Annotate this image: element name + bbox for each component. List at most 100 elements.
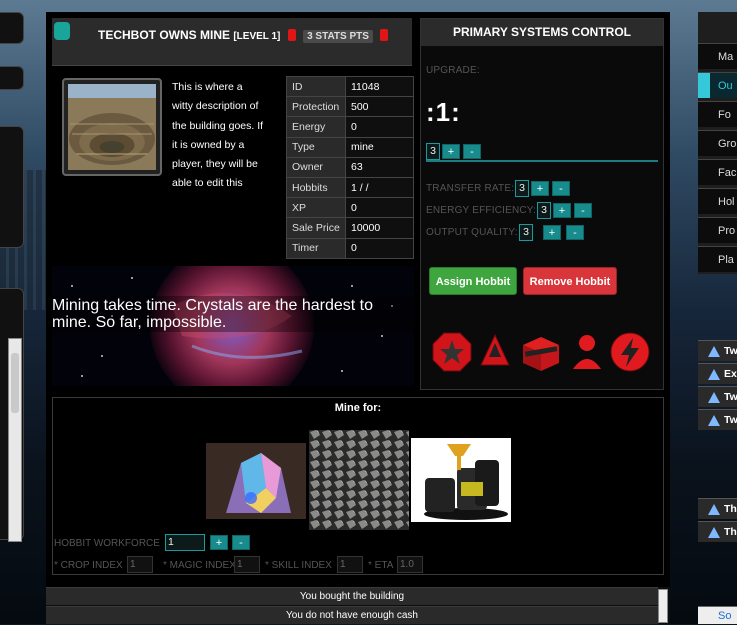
output-quality-input[interactable]: 3 — [519, 224, 533, 241]
ore-resource-option[interactable] — [309, 430, 409, 530]
stat-label: ID — [286, 75, 346, 98]
nav-item[interactable]: Fac — [698, 159, 737, 185]
stat-label: Sale Price — [286, 217, 346, 239]
transfer-rate-plus-button[interactable]: + — [531, 181, 549, 196]
cube-shield-icon[interactable] — [519, 331, 563, 373]
hobbit-workforce-label: HOBBIT WORKFORCE — [54, 538, 160, 549]
output-quality-minus-button[interactable]: - — [566, 225, 584, 240]
skill-index-field: 1 — [337, 556, 363, 573]
red-marker-icon — [380, 29, 389, 41]
magic-index-label: * MAGIC INDEX — [163, 560, 236, 571]
stat-value: 10000 — [345, 217, 414, 239]
divider — [426, 160, 658, 162]
stats-row: Protection 500 — [286, 96, 414, 118]
nav-item[interactable]: Ma — [698, 43, 737, 69]
stat-value: 63 — [345, 156, 414, 178]
building-title: TECHBOT OWNS MINE [LEVEL 1] 3 STATS PTS — [98, 28, 392, 43]
stats-table: ID 11048 Protection 500 Energy 0 Type mine Owner… — [286, 75, 414, 259]
energy-efficiency-label: ENERGY EFFICIENCY: — [426, 205, 537, 216]
building-badge-icon — [54, 22, 70, 40]
assign-hobbit-button[interactable]: Assign Hobbit — [429, 267, 517, 295]
triangle-icon — [708, 527, 720, 538]
left-panel-fragment — [0, 12, 24, 44]
stats-row: Hobbits 1 / / — [286, 176, 414, 199]
crystal-resource-option[interactable] — [206, 443, 306, 519]
energy-efficiency-minus-button[interactable]: - — [574, 203, 592, 218]
mine-for-panel: Mine for: HOBBIT WORKFORCE 1 + - * CROP … — [52, 397, 664, 575]
triangle-icon — [708, 392, 720, 403]
log-message: You bought the building — [46, 587, 658, 605]
stat-label: Type — [286, 136, 346, 158]
upgrade-input[interactable]: 3 — [426, 143, 440, 160]
nav-item[interactable]: Pro — [698, 217, 737, 243]
nav-item[interactable]: Fo — [698, 101, 737, 127]
nav-item[interactable]: Ou — [698, 72, 737, 98]
left-panel-fragment — [0, 126, 24, 248]
list-item[interactable]: Tw — [698, 409, 737, 430]
output-quality-plus-button[interactable]: + — [543, 225, 561, 240]
mining-banner: Mining takes time. Crystals are the hard… — [52, 266, 414, 386]
stats-row: Owner 63 — [286, 156, 414, 178]
stats-row: Timer 0 — [286, 237, 414, 259]
upgrade-plus-button[interactable]: + — [442, 144, 460, 159]
log-message: You do not have enough cash — [46, 606, 658, 624]
stats-row: XP 0 — [286, 197, 414, 219]
remove-hobbit-button[interactable]: Remove Hobbit — [523, 267, 617, 295]
nav-item[interactable]: Pla — [698, 246, 737, 272]
stat-label: Owner — [286, 156, 346, 178]
energy-efficiency-input[interactable]: 3 — [537, 202, 551, 219]
triangle-icon — [708, 369, 720, 380]
oil-resource-option[interactable] — [411, 438, 511, 522]
nav-item[interactable]: Hol — [698, 188, 737, 214]
stat-value: 11048 — [345, 75, 414, 98]
building-window: TECHBOT OWNS MINE [LEVEL 1] 3 STATS PTS … — [46, 12, 670, 624]
crop-index-label: * CROP INDEX — [54, 560, 123, 571]
person-icon[interactable] — [569, 331, 605, 373]
title-bar: TECHBOT OWNS MINE [LEVEL 1] 3 STATS PTS — [52, 18, 412, 66]
star-octagon-icon[interactable] — [431, 331, 473, 373]
stat-value: 0 — [345, 237, 414, 259]
skill-index-label: * SKILL INDEX — [265, 560, 332, 571]
list-item[interactable]: Tw — [698, 386, 737, 407]
bottom-right-link[interactable]: So — [698, 606, 737, 624]
list-item-label: Ex — [724, 368, 737, 380]
list-item[interactable]: Th — [698, 498, 737, 519]
list-item[interactable]: Ex — [698, 363, 737, 384]
nav-item[interactable]: Gro — [698, 130, 737, 156]
list-item-label: Th — [724, 526, 737, 538]
mine-for-title: Mine for: — [334, 402, 382, 414]
list-item[interactable]: Th — [698, 521, 737, 542]
energy-efficiency-plus-button[interactable]: + — [553, 203, 571, 218]
magic-index-field: 1 — [234, 556, 260, 573]
stat-value: 500 — [345, 96, 414, 118]
building-image — [62, 78, 162, 176]
eta-label: * ETA — [368, 560, 394, 571]
scrollbar-thumb[interactable] — [11, 353, 19, 413]
stats-row: Type mine — [286, 136, 414, 158]
stat-value: mine — [345, 136, 414, 158]
list-item[interactable]: Tw — [698, 340, 737, 361]
transfer-rate-input[interactable]: 3 — [515, 180, 529, 197]
message-log: You bought the building You do not have … — [46, 587, 670, 624]
upgrade-minus-button[interactable]: - — [463, 144, 481, 159]
workforce-minus-button[interactable]: - — [232, 535, 250, 550]
left-scrollbar[interactable] — [8, 338, 22, 542]
transfer-rate-minus-button[interactable]: - — [552, 181, 570, 196]
log-scrollbar[interactable] — [658, 589, 668, 623]
hobbit-workforce-input[interactable]: 1 — [165, 534, 205, 551]
lightning-icon[interactable] — [609, 331, 651, 373]
stat-label: Energy — [286, 116, 346, 138]
panel-title: PRIMARY SYSTEMS CONTROL — [421, 19, 663, 46]
stat-points-badge: 3 STATS PTS — [303, 30, 373, 43]
workforce-plus-button[interactable]: + — [210, 535, 228, 550]
stat-label: Protection — [286, 96, 346, 118]
upgrade-label: UPGRADE: — [426, 65, 480, 76]
crop-index-field: 1 — [127, 556, 153, 573]
stats-row: ID 11048 — [286, 75, 414, 98]
action-icons — [429, 331, 659, 375]
right-nav-menu: Ma Ou Fo Gro Fac Hol Pro Pla — [698, 12, 737, 274]
list-item-label: Th — [724, 503, 737, 515]
stat-value: 0 — [345, 197, 414, 219]
attack-triangle-icon[interactable] — [477, 331, 513, 373]
level-text: [LEVEL 1] — [233, 31, 281, 42]
